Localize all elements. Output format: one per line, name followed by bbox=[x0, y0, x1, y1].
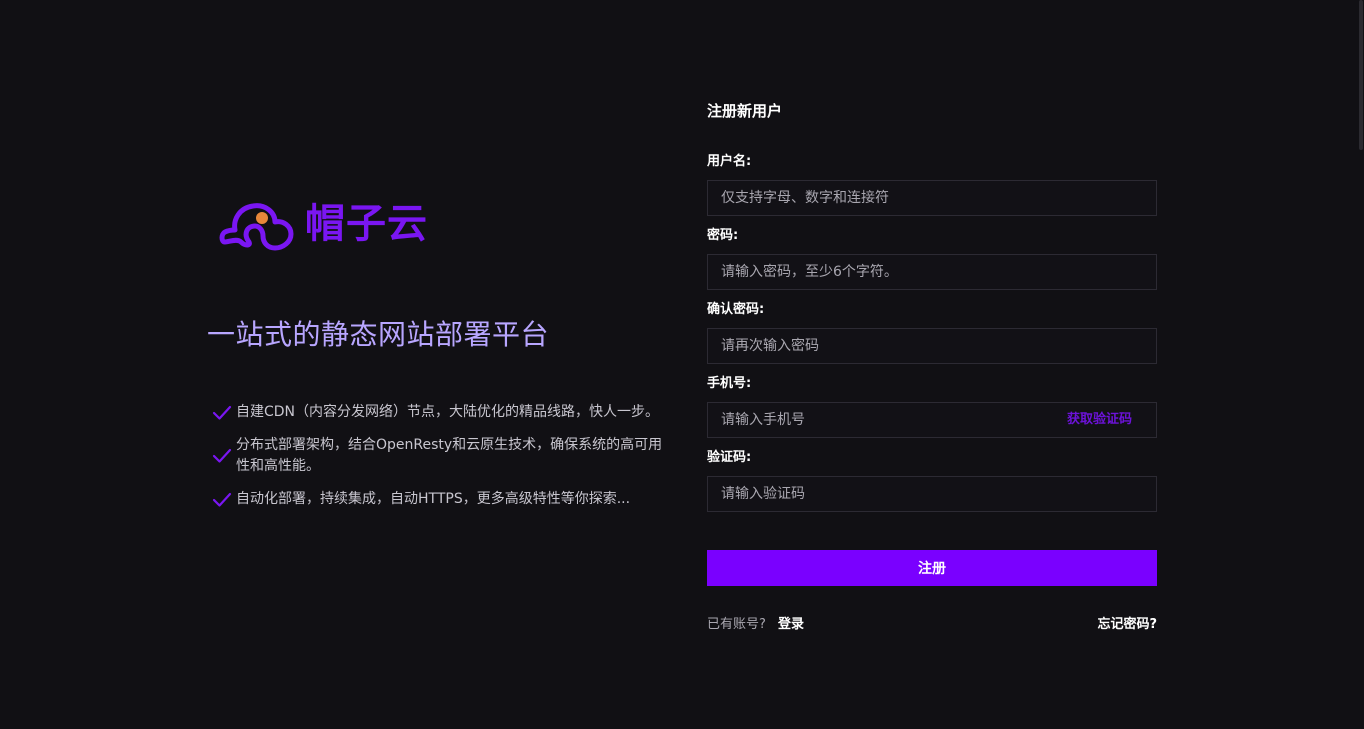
hero-headline: 一站式的静态网站部署平台 bbox=[207, 318, 550, 351]
confirm-password-label: 确认密码: bbox=[707, 302, 765, 317]
check-icon bbox=[212, 448, 232, 463]
feature-item: 自建CDN（内容分发网络）节点，大陆优化的精品线路，快人一步。 bbox=[212, 402, 667, 423]
username-group: 用户名: bbox=[707, 152, 1157, 216]
register-form: 注册新用户 用户名: 密码: 确认密码: 手机号: 获取验证码 bbox=[707, 100, 1157, 632]
feature-text: 自建CDN（内容分发网络）节点，大陆优化的精品线路，快人一步。 bbox=[236, 404, 660, 420]
form-footer: 已有账号? 登录 忘记密码? bbox=[707, 613, 1157, 632]
code-input[interactable] bbox=[708, 477, 1156, 511]
cloud-hat-icon bbox=[219, 203, 294, 251]
password-input-wrap bbox=[707, 254, 1157, 290]
confirm-password-input[interactable] bbox=[708, 329, 1156, 363]
check-icon bbox=[212, 405, 232, 420]
login-link[interactable]: 登录 bbox=[778, 617, 804, 632]
feature-text: 自动化部署，持续集成，自动HTTPS，更多高级特性等你探索... bbox=[236, 491, 631, 507]
feature-text: 分布式部署架构，结合OpenResty和云原生技术，确保系统的高可用性和高性能。 bbox=[236, 437, 663, 474]
phone-input-wrap: 获取验证码 bbox=[707, 402, 1157, 438]
username-label: 用户名: bbox=[707, 154, 752, 169]
scrollbar-thumb[interactable] bbox=[1359, 0, 1363, 150]
get-code-button[interactable]: 获取验证码 bbox=[1067, 403, 1132, 437]
username-input-wrap bbox=[707, 180, 1157, 216]
password-label: 密码: bbox=[707, 228, 739, 243]
confirm-password-input-wrap bbox=[707, 328, 1157, 364]
forgot-password-link[interactable]: 忘记密码? bbox=[1097, 613, 1157, 632]
feature-item: 自动化部署，持续集成，自动HTTPS，更多高级特性等你探索... bbox=[212, 489, 667, 510]
password-group: 密码: bbox=[707, 226, 1157, 290]
hero-panel: 帽子云 一站式的静态网站部署平台 自建CDN（内容分发网络）节点，大陆优化的精品… bbox=[207, 0, 667, 729]
feature-list: 自建CDN（内容分发网络）节点，大陆优化的精品线路，快人一步。 分布式部署架构，… bbox=[212, 402, 667, 522]
have-account-text: 已有账号? bbox=[707, 616, 766, 632]
check-icon bbox=[212, 492, 232, 507]
brand-name: 帽子云 bbox=[305, 201, 428, 247]
register-page: 帽子云 一站式的静态网站部署平台 自建CDN（内容分发网络）节点，大陆优化的精品… bbox=[0, 0, 1364, 729]
feature-item: 分布式部署架构，结合OpenResty和云原生技术，确保系统的高可用性和高性能。 bbox=[212, 435, 667, 477]
form-title: 注册新用户 bbox=[707, 102, 783, 120]
page-scrollbar[interactable] bbox=[1358, 0, 1364, 729]
code-label: 验证码: bbox=[707, 450, 752, 465]
register-button[interactable]: 注册 bbox=[707, 550, 1157, 586]
brand-logo: 帽子云 bbox=[219, 196, 428, 252]
phone-group: 手机号: 获取验证码 bbox=[707, 374, 1157, 438]
username-input[interactable] bbox=[708, 181, 1156, 215]
confirm-password-group: 确认密码: bbox=[707, 300, 1157, 364]
password-input[interactable] bbox=[708, 255, 1156, 289]
code-group: 验证码: bbox=[707, 448, 1157, 512]
phone-label: 手机号: bbox=[707, 376, 752, 391]
login-prompt: 已有账号? 登录 bbox=[707, 613, 804, 632]
code-input-wrap bbox=[707, 476, 1157, 512]
